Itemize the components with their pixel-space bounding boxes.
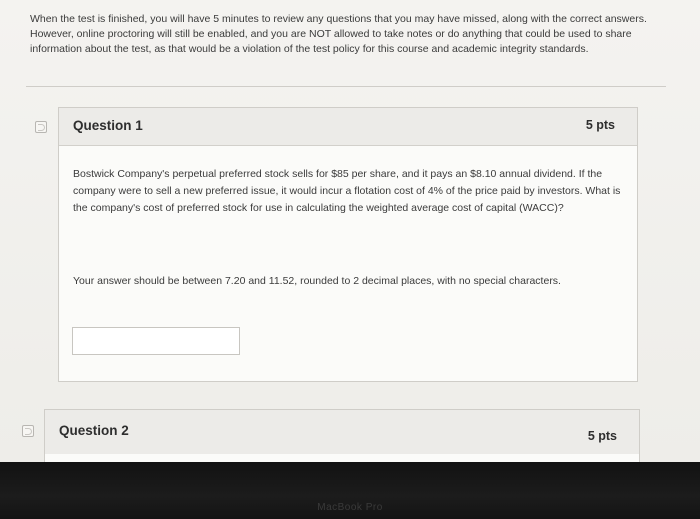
divider <box>26 86 666 87</box>
question-2-title: Question 2 <box>59 423 129 438</box>
question-2-card: Question 2 5 pts <box>44 409 640 469</box>
question-1-text: Bostwick Company's perpetual preferred s… <box>73 168 621 214</box>
laptop-bezel: MacBook Pro <box>0 462 700 519</box>
question-2-points: 5 pts <box>587 429 617 443</box>
question-1-header: Question 1 5 pts <box>59 108 637 146</box>
question-1-points: 5 pts <box>585 118 615 132</box>
question-1-title: Question 1 <box>73 118 143 133</box>
answer-hint: Your answer should be between 7.20 and 1… <box>73 275 561 287</box>
laptop-brand-label: MacBook Pro <box>317 502 383 513</box>
flag-question-2-icon[interactable] <box>22 425 34 437</box>
answer-input[interactable] <box>72 327 240 355</box>
test-instructions: When the test is finished, you will have… <box>30 13 647 55</box>
flag-question-1-icon[interactable] <box>35 121 47 133</box>
question-2-header: Question 2 5 pts <box>45 410 639 454</box>
question-1-card: Question 1 5 pts Bostwick Company's perp… <box>58 107 638 382</box>
quiz-screen: When the test is finished, you will have… <box>0 0 700 469</box>
